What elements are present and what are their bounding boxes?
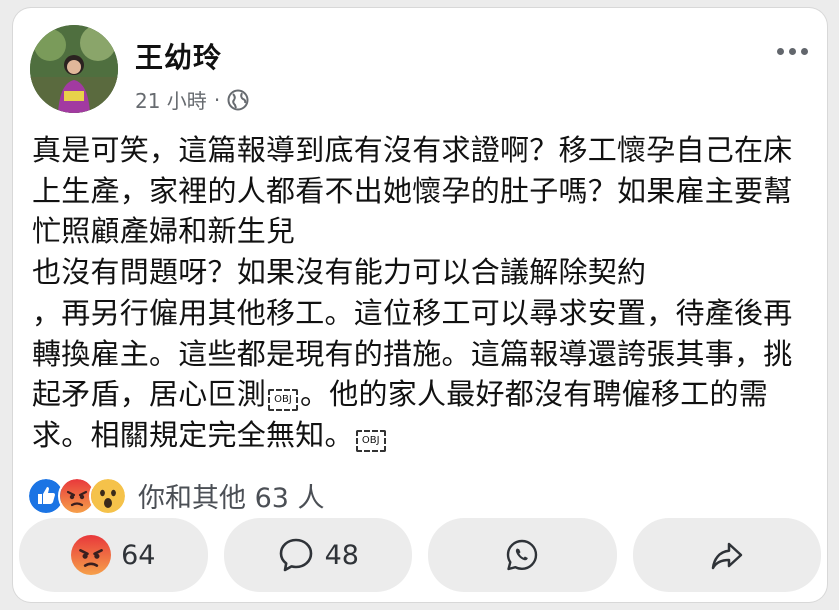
author-name[interactable]: 王幼玲 (135, 36, 222, 76)
messenger-send-button[interactable] (428, 518, 617, 592)
dot (800, 47, 808, 55)
angry-reaction-button[interactable]: 64 (19, 518, 208, 592)
reaction-summary[interactable]: 你和其他 63 人 (27, 476, 325, 515)
post-meta: 21 小時 · (135, 85, 249, 114)
dot (776, 47, 784, 55)
avatar-image (30, 25, 118, 113)
dot (788, 47, 796, 55)
object-placeholder-icon: OBJ (268, 389, 299, 412)
globe-icon (227, 89, 249, 111)
post-text-part: 真是可笑，這篇報導到底有沒有求證啊？移工懷孕自己在床上生產，家裡的人都看不出她懷… (32, 133, 793, 412)
post-card: 王幼玲 21 小時 · 真是可笑，這篇報導到底有沒有求證啊？移工懷孕自己在床上生… (13, 8, 827, 602)
wow-icon (89, 476, 127, 515)
angry-icon (71, 535, 112, 575)
meta-separator: · (213, 87, 221, 112)
action-bar: 64 48 (19, 518, 821, 592)
share-icon (711, 542, 742, 570)
post-text: 真是可笑，這篇報導到底有沒有求證啊？移工懷孕自己在床上生產，家裡的人都看不出她懷… (32, 130, 812, 456)
share-button[interactable] (632, 518, 821, 592)
avatar[interactable] (30, 25, 118, 113)
more-options-icon[interactable] (775, 42, 809, 60)
comment-button[interactable]: 48 (223, 518, 412, 592)
comment-count: 48 (324, 539, 359, 571)
angry-count: 64 (121, 539, 156, 571)
reaction-count-text: 你和其他 63 人 (138, 483, 325, 514)
reaction-icons (27, 476, 127, 515)
post-time[interactable]: 21 小時 (135, 85, 207, 114)
comment-icon (279, 538, 312, 572)
object-placeholder-icon: OBJ (355, 429, 386, 452)
whatsapp-icon (507, 539, 538, 571)
